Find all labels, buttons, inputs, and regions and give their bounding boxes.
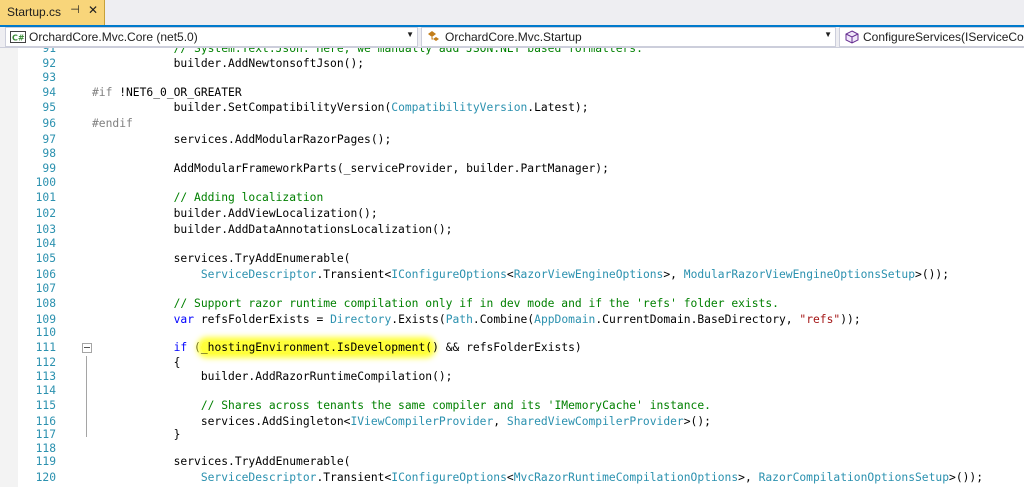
member-label: ConfigureServices(IServiceColle <box>863 30 1024 44</box>
code-line: 96 #endif <box>0 116 1024 131</box>
code-text: ServiceDescriptor.Transient<IConfigureOp… <box>200 268 950 281</box>
line-number: 111 <box>35 341 56 354</box>
line-number: 120 <box>35 471 56 484</box>
code-text: services.TryAddEnumerable( <box>92 455 351 468</box>
line-number: 93 <box>42 71 56 84</box>
code-text: builder.AddRazorRuntimeCompilation(); <box>92 370 453 383</box>
code-text: // Shares across tenants the same compil… <box>92 399 711 412</box>
line-number: 99 <box>42 162 56 175</box>
line-number: 112 <box>35 356 56 369</box>
code-text: #if !NET6_0_OR_GREATER <box>92 86 242 99</box>
code-line: 100 <box>0 175 1024 190</box>
line-number: 92 <box>42 57 56 70</box>
code-line: 103 builder.AddDataAnnotationsLocalizati… <box>0 222 1024 237</box>
type-label: OrchardCore.Mvc.Startup <box>445 30 582 44</box>
line-number: 100 <box>35 176 56 189</box>
code-line: 101 // Adding localization <box>0 190 1024 205</box>
line-number: 110 <box>35 326 56 339</box>
document-tab-strip: Startup.cs ⊣ ✕ <box>0 0 1024 27</box>
project-dropdown[interactable]: C# OrchardCore.Mvc.Core (net5.0) ▼ <box>5 27 418 47</box>
code-line: 111 if (_hostingEnvironment.IsDevelopmen… <box>0 340 1024 355</box>
line-number: 108 <box>35 297 56 310</box>
code-line: 117 } <box>0 427 1024 442</box>
member-dropdown[interactable]: ConfigureServices(IServiceColle <box>839 27 1024 47</box>
line-number: 107 <box>35 282 56 295</box>
code-line: 113 builder.AddRazorRuntimeCompilation()… <box>0 369 1024 384</box>
code-line: 94 #if !NET6_0_OR_GREATER <box>0 85 1024 100</box>
collapse-toggle[interactable] <box>82 343 92 353</box>
chevron-down-icon: ▼ <box>406 30 414 39</box>
method-icon <box>845 30 859 44</box>
code-text: // Adding localization <box>92 191 324 204</box>
code-line: 102 builder.AddViewLocalization(); <box>0 206 1024 221</box>
line-number: 102 <box>35 207 56 220</box>
code-line: 91 // System.Text.Json. Here, we manuall… <box>0 48 1024 56</box>
pin-icon[interactable]: ⊣ <box>68 3 82 16</box>
chevron-down-icon: ▼ <box>824 30 832 39</box>
code-text: services.TryAddEnumerable( <box>92 252 351 265</box>
code-line: 115 // Shares across tenants the same co… <box>0 398 1024 413</box>
code-text: builder.AddViewLocalization(); <box>92 207 378 220</box>
code-text: builder.AddDataAnnotationsLocalization()… <box>92 223 453 236</box>
code-line: 119 services.TryAddEnumerable( <box>0 454 1024 469</box>
svg-text:C#: C# <box>12 34 25 43</box>
code-text: builder.AddNewtonsoftJson(); <box>92 57 365 70</box>
code-line: 108 // Support razor runtime compilation… <box>0 296 1024 311</box>
code-line: 114 <box>0 383 1024 398</box>
code-line: 99 AddModularFrameworkParts(_serviceProv… <box>0 161 1024 176</box>
code-line: 110 <box>0 325 1024 340</box>
code-line: 97 services.AddModularRazorPages(); <box>0 132 1024 147</box>
tab-title: Startup.cs <box>7 5 62 19</box>
code-text: // Support razor runtime compilation onl… <box>92 297 779 310</box>
csharp-project-icon: C# <box>10 31 26 43</box>
code-editor[interactable]: 91 // System.Text.Json. Here, we manuall… <box>0 48 1024 487</box>
line-number: 101 <box>35 191 56 204</box>
type-dropdown[interactable]: OrchardCore.Mvc.Startup ▼ <box>421 27 836 47</box>
code-line: 95 builder.SetCompatibilityVersion(Compa… <box>0 100 1024 115</box>
line-number: 98 <box>42 147 56 160</box>
class-icon <box>428 31 439 41</box>
line-number: 114 <box>35 384 56 397</box>
line-number: 117 <box>35 428 56 441</box>
tab-startup-cs[interactable]: Startup.cs ⊣ ✕ <box>0 0 105 25</box>
code-text: AddModularFrameworkParts(_serviceProvide… <box>92 162 609 175</box>
line-number: 105 <box>35 252 56 265</box>
code-line: 107 <box>0 281 1024 296</box>
code-text: } <box>92 428 181 441</box>
code-text: if (_hostingEnvironment.IsDevelopment() … <box>173 341 582 354</box>
close-icon[interactable]: ✕ <box>86 3 100 17</box>
line-number: 97 <box>42 133 56 146</box>
code-line: 112 { <box>0 355 1024 370</box>
code-text: builder.SetCompatibilityVersion(Compatib… <box>92 101 589 114</box>
line-number: 91 <box>42 48 56 55</box>
code-text: // System.Text.Json. Here, we manually a… <box>92 48 643 55</box>
line-number: 115 <box>35 399 56 412</box>
line-number: 94 <box>42 86 56 99</box>
code-line: 104 <box>0 236 1024 251</box>
code-line: 93 <box>0 70 1024 85</box>
project-label: OrchardCore.Mvc.Core (net5.0) <box>29 30 198 44</box>
code-line: 98 <box>0 146 1024 161</box>
line-number: 119 <box>35 455 56 468</box>
code-text: services.AddModularRazorPages(); <box>92 133 392 146</box>
line-number: 95 <box>42 101 56 114</box>
code-line: 106 ServiceDescriptor.Transient<IConfigu… <box>0 267 1024 282</box>
code-text: ServiceDescriptor.Transient<IConfigureOp… <box>200 471 984 484</box>
code-text: #endif <box>92 117 133 130</box>
code-line: 105 services.TryAddEnumerable( <box>0 251 1024 266</box>
line-number: 106 <box>35 268 56 281</box>
code-line: 120 ServiceDescriptor.Transient<IConfigu… <box>0 470 1024 485</box>
navigation-bar: C# OrchardCore.Mvc.Core (net5.0) ▼ Orcha… <box>0 27 1024 48</box>
code-line: 92 builder.AddNewtonsoftJson(); <box>0 56 1024 71</box>
line-number: 104 <box>35 237 56 250</box>
line-number: 96 <box>42 117 56 130</box>
code-text: { <box>92 356 181 369</box>
line-number: 103 <box>35 223 56 236</box>
line-number: 113 <box>35 370 56 383</box>
